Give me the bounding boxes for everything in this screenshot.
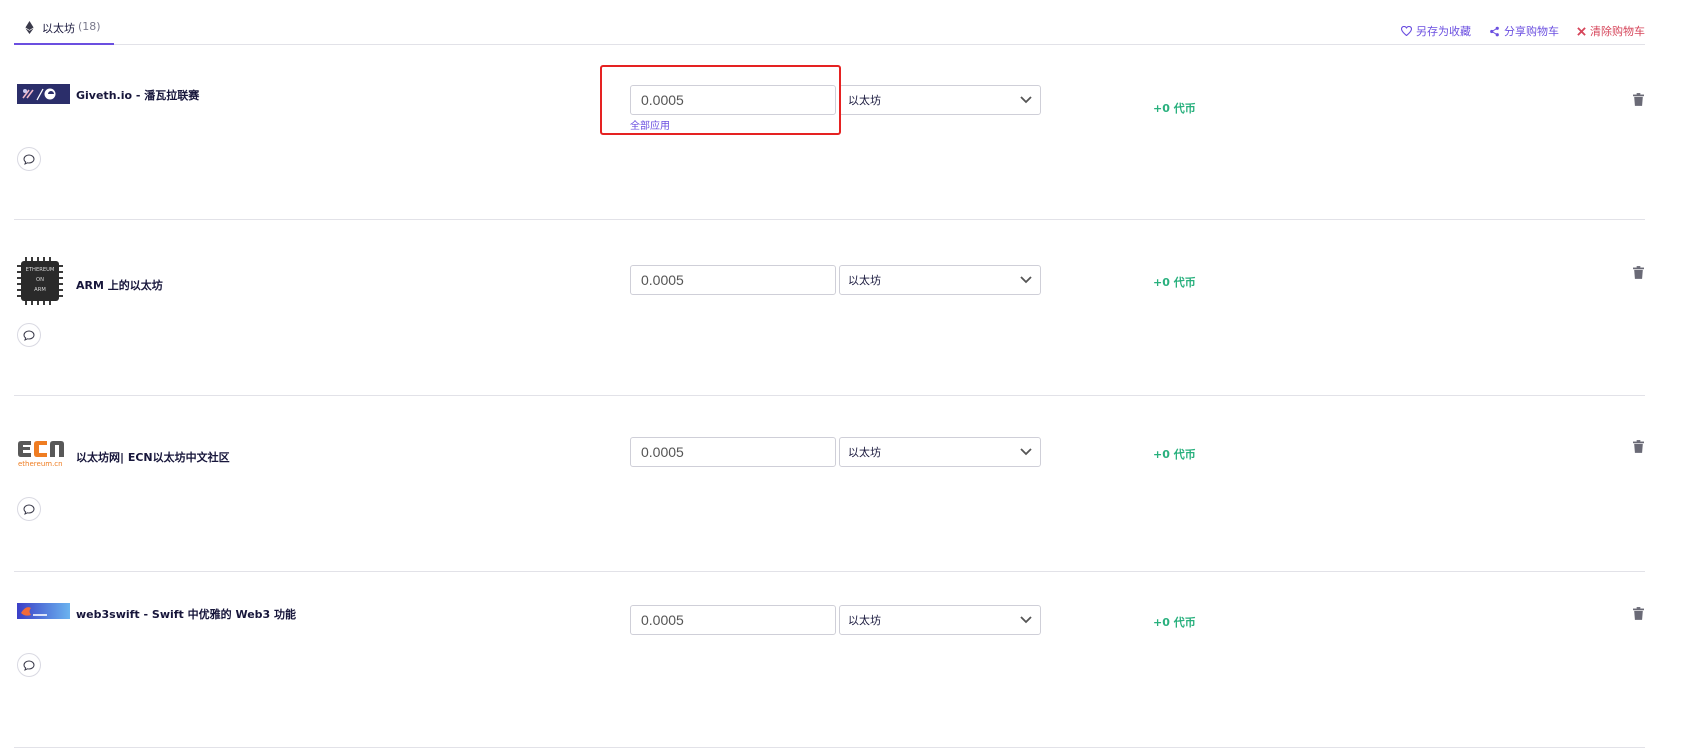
comment-button[interactable] [17, 653, 41, 677]
ethereum-icon [25, 21, 34, 34]
project-title[interactable]: web3swift - Swift 中优雅的 Web3 功能 [76, 606, 296, 622]
cart-item-row: web3swift - Swift 中优雅的 Web3 功能 以太坊 +0 代币 [14, 572, 1645, 748]
project-logo: ETHEREUM ON ARM [17, 257, 63, 305]
cart-item-row: ethereum.cn 以太坊网| ECN以太坊中文社区 以太坊 +0 代币 [14, 396, 1645, 572]
chevron-down-icon [1020, 276, 1032, 284]
trash-icon[interactable] [1633, 266, 1644, 279]
save-favorite-button[interactable]: 另存为收藏 [1401, 23, 1471, 39]
donation-amount-input[interactable] [630, 265, 836, 295]
project-title[interactable]: Giveth.io - 潘瓦拉联赛 [76, 87, 199, 103]
token-reward: +0 代币 [1153, 276, 1196, 289]
project-logo: ethereum.cn [17, 439, 67, 469]
currency-select[interactable]: 以太坊 [839, 265, 1041, 295]
share-cart-button[interactable]: 分享购物车 [1489, 23, 1559, 39]
cart-item-row: ETHEREUM ON ARM ARM 上的以太坊 以太坊 +0 代币 [14, 220, 1645, 396]
chevron-down-icon [1020, 448, 1032, 456]
currency-selected-value: 以太坊 [848, 614, 881, 627]
currency-select[interactable]: 以太坊 [839, 85, 1041, 115]
token-reward: +0 代币 [1153, 448, 1196, 461]
trash-icon[interactable] [1633, 607, 1644, 620]
comment-button[interactable] [17, 323, 41, 347]
project-logo [17, 84, 70, 104]
comment-icon [23, 503, 35, 515]
project-logo [17, 603, 70, 619]
currency-selected-value: 以太坊 [848, 94, 881, 107]
donation-amount-input[interactable] [630, 437, 836, 467]
cart-actions: 另存为收藏 分享购物车 清除购物车 [1401, 23, 1645, 39]
comment-button[interactable] [17, 497, 41, 521]
comment-icon [23, 329, 35, 341]
logo-text-line: ETHEREUM [26, 267, 55, 273]
logo-text: ethereum.cn [18, 460, 63, 468]
chevron-down-icon [1020, 96, 1032, 104]
clear-cart-label: 清除购物车 [1590, 25, 1645, 38]
save-favorite-label: 另存为收藏 [1416, 25, 1471, 38]
token-reward: +0 代币 [1153, 616, 1196, 629]
currency-selected-value: 以太坊 [848, 274, 881, 287]
heart-icon [1401, 26, 1412, 36]
donation-amount-input[interactable] [630, 85, 836, 115]
currency-select[interactable]: 以太坊 [839, 437, 1041, 467]
tab-ethereum[interactable]: 以太坊 (18) [14, 16, 114, 45]
share-icon [1490, 26, 1499, 36]
logo-text-line: ARM [34, 287, 46, 293]
tab-label: 以太坊 [42, 22, 75, 35]
trash-icon[interactable] [1633, 93, 1644, 106]
project-title[interactable]: ARM 上的以太坊 [76, 277, 163, 293]
project-title[interactable]: 以太坊网| ECN以太坊中文社区 [76, 449, 230, 465]
currency-select[interactable]: 以太坊 [839, 605, 1041, 635]
donation-amount-input[interactable] [630, 605, 836, 635]
apply-all-link[interactable]: 全部应用 [630, 117, 670, 132]
clear-cart-button[interactable]: 清除购物车 [1577, 23, 1645, 39]
logo-text-line: ON [36, 277, 44, 283]
currency-selected-value: 以太坊 [848, 446, 881, 459]
trash-icon[interactable] [1633, 440, 1644, 453]
comment-button[interactable] [17, 147, 41, 171]
comment-icon [23, 659, 35, 671]
close-icon [1577, 26, 1586, 36]
comment-icon [23, 153, 35, 165]
tab-count: (18) [78, 20, 101, 33]
chevron-down-icon [1020, 616, 1032, 624]
cart-item-row: Giveth.io - 潘瓦拉联赛 以太坊 全部应用 +0 代币 [14, 44, 1645, 220]
share-cart-label: 分享购物车 [1504, 25, 1559, 38]
token-reward: +0 代币 [1153, 102, 1196, 115]
